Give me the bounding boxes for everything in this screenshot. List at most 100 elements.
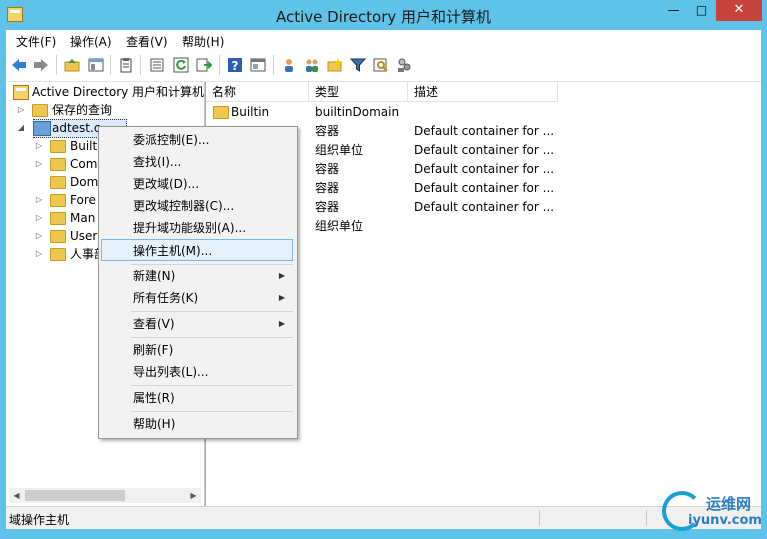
menu-label: 更改域控制器(C)... <box>133 199 235 213</box>
menu-view[interactable]: 查看(V) <box>126 33 168 50</box>
column-header-name[interactable]: 名称 <box>206 82 309 102</box>
folder-icon <box>50 158 66 171</box>
cell-description: Default container for ... <box>414 200 555 214</box>
collapse-arrow-icon[interactable]: ◢ <box>17 119 25 137</box>
cell-description: Default container for ... <box>414 181 555 195</box>
ctx-find[interactable]: 查找(I)... <box>101 151 293 173</box>
app-window: Active Directory 用户和计算机 — □ ✕ 文件(F) 操作(A… <box>0 0 767 539</box>
toolbar-separator <box>140 55 141 75</box>
properties-icon[interactable] <box>250 57 266 73</box>
context-menu: 委派控制(E)... 查找(I)... 更改域(D)... 更改域控制器(C).… <box>98 126 298 439</box>
menu-label: 查找(I)... <box>133 155 182 169</box>
tree-item-label: adtest.c <box>52 121 101 135</box>
scroll-thumb[interactable] <box>25 490 125 501</box>
ou-folder-icon <box>50 176 66 189</box>
submenu-arrow-icon: ▶ <box>278 293 285 302</box>
ctx-raise-functional-level[interactable]: 提升域功能级别(A)... <box>101 217 293 239</box>
export-icon[interactable] <box>196 57 212 73</box>
menu-action[interactable]: 操作(A) <box>70 33 112 50</box>
help-icon[interactable]: ? <box>227 57 243 73</box>
status-bar: 域操作主机 <box>6 506 761 529</box>
cell-type: 组织单位 <box>315 219 364 233</box>
clipboard-icon[interactable] <box>118 57 134 73</box>
tree-item-label: Fore <box>70 193 96 207</box>
scroll-right-icon[interactable]: ▶ <box>186 488 201 503</box>
scroll-left-icon[interactable]: ◀ <box>9 488 24 503</box>
menu-separator <box>131 385 293 386</box>
domain-icon <box>33 121 51 136</box>
show-tree-icon[interactable] <box>88 57 104 73</box>
tree-horizontal-scrollbar[interactable]: ◀ ▶ <box>9 488 201 503</box>
forward-icon[interactable] <box>33 57 49 73</box>
find-icon[interactable] <box>373 57 389 73</box>
tree-item-label: User <box>70 229 98 243</box>
menu-file[interactable]: 文件(F) <box>16 33 56 50</box>
watermark-text: 运维网 <box>706 495 752 513</box>
ctx-help[interactable]: 帮助(H) <box>101 413 293 435</box>
column-header-type[interactable]: 类型 <box>309 82 408 102</box>
folder-icon <box>213 106 229 119</box>
delegate-icon[interactable] <box>396 57 412 73</box>
tree-item-saved-queries[interactable]: ▷ 保存的查询 <box>6 101 204 119</box>
cell-type: 容器 <box>315 162 340 176</box>
cell-description: Default container for ... <box>414 143 555 157</box>
status-divider <box>539 510 540 526</box>
expand-arrow-icon[interactable]: ▷ <box>35 209 43 227</box>
cell-name: Builtin <box>231 105 270 119</box>
expand-arrow-icon[interactable]: ▷ <box>35 191 43 209</box>
ctx-operations-masters[interactable]: 操作主机(M)... <box>101 239 293 261</box>
expand-arrow-icon[interactable]: ▷ <box>17 101 25 119</box>
ctx-all-tasks[interactable]: 所有任务(K) ▶ <box>101 287 293 309</box>
minimize-button[interactable]: — <box>660 0 687 21</box>
ctx-new[interactable]: 新建(N) ▶ <box>101 265 293 287</box>
filter-icon[interactable] <box>350 57 366 73</box>
tree-item-label: 保存的查询 <box>52 103 113 117</box>
ctx-change-domain[interactable]: 更改域(D)... <box>101 173 293 195</box>
maximize-button[interactable]: □ <box>688 0 715 21</box>
up-folder-icon[interactable] <box>64 57 80 73</box>
toolbar-separator <box>110 55 111 75</box>
menu-label: 刷新(F) <box>133 343 174 357</box>
menu-label: 新建(N) <box>133 269 176 283</box>
expand-arrow-icon[interactable]: ▷ <box>35 155 43 173</box>
menu-label: 提升域功能级别(A)... <box>133 221 247 235</box>
tree-root[interactable]: Active Directory 用户和计算机 <box>6 83 204 101</box>
folder-icon <box>50 230 66 243</box>
submenu-arrow-icon: ▶ <box>278 271 285 280</box>
back-icon[interactable] <box>11 57 27 73</box>
watermark-logo: 运维网 iyunv.com <box>660 488 764 534</box>
refresh-icon[interactable] <box>173 57 189 73</box>
watermark-url: iyunv.com <box>688 513 762 528</box>
column-header-description[interactable]: 描述 <box>408 82 558 102</box>
ctx-change-dc[interactable]: 更改域控制器(C)... <box>101 195 293 217</box>
menu-label: 所有任务(K) <box>133 291 199 305</box>
expand-arrow-icon[interactable]: ▷ <box>35 137 43 155</box>
window-title: Active Directory 用户和计算机 <box>275 8 492 26</box>
expand-arrow-icon[interactable]: ▷ <box>35 227 43 245</box>
groups-icon[interactable] <box>304 57 320 73</box>
cell-type: 容器 <box>315 200 340 214</box>
tree-item-label: Com <box>70 157 98 171</box>
cell-description: Default container for ... <box>414 162 555 176</box>
menu-bar: 文件(F) 操作(A) 查看(V) 帮助(H) <box>6 30 761 51</box>
tree-item-label: Dom <box>70 175 99 189</box>
menu-separator <box>131 411 293 412</box>
tree-item-label: Man <box>70 211 96 225</box>
menu-help[interactable]: 帮助(H) <box>182 33 224 50</box>
title-bar[interactable]: Active Directory 用户和计算机 — □ ✕ <box>0 0 767 30</box>
ctx-refresh[interactable]: 刷新(F) <box>101 339 293 361</box>
users-icon[interactable] <box>281 57 297 73</box>
close-button[interactable]: ✕ <box>716 0 762 21</box>
menu-separator <box>131 337 293 338</box>
toolbar: ? <box>6 51 761 82</box>
toolbar-separator <box>56 55 57 75</box>
ctx-export-list[interactable]: 导出列表(L)... <box>101 361 293 383</box>
ctx-properties[interactable]: 属性(R) <box>101 387 293 409</box>
tree-root-label: Active Directory 用户和计算机 <box>32 85 205 99</box>
ctx-view[interactable]: 查看(V) ▶ <box>101 313 293 335</box>
expand-arrow-icon[interactable]: ▷ <box>35 245 43 263</box>
ctx-delegate-control[interactable]: 委派控制(E)... <box>101 129 293 151</box>
export-list-icon[interactable] <box>149 57 165 73</box>
new-folder-icon[interactable] <box>327 57 343 73</box>
list-item[interactable]: Builtin builtinDomain <box>206 103 761 122</box>
